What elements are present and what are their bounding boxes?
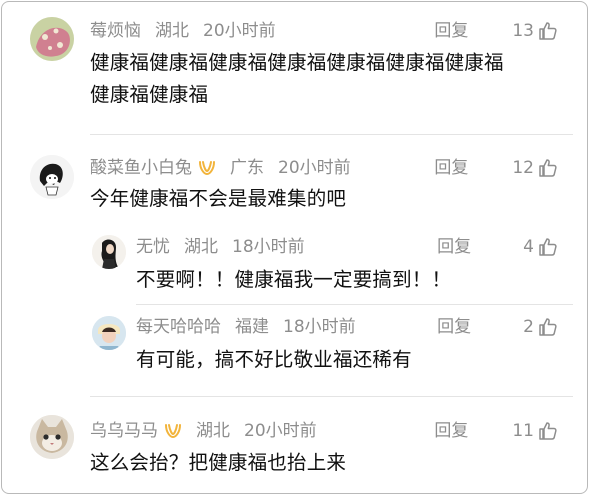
reply-text: 不要啊！！健康福我一定要搞到！！ xyxy=(136,268,452,291)
avatar[interactable] xyxy=(30,17,74,61)
comment-meta: 酸菜鱼小白兔 广东 20小时前 xyxy=(90,157,351,179)
timestamp: 20小时前 xyxy=(278,158,351,178)
reply-button[interactable]: 回复 xyxy=(434,420,468,442)
thumbs-up-icon xyxy=(539,238,557,256)
timestamp: 18小时前 xyxy=(232,237,305,257)
comment-meta: 乌乌马马 湖北 20小时前 xyxy=(90,420,317,442)
comment-text-line: 这么会抬？把健康福也抬上来 xyxy=(90,451,347,474)
reply-button[interactable]: 回复 xyxy=(434,20,468,42)
thumbs-up-icon xyxy=(539,22,557,40)
reply-actions: 回复 2 xyxy=(437,316,558,338)
reply-text: 有可能，搞不好比敬业福还稀有 xyxy=(136,348,412,371)
divider xyxy=(136,304,573,305)
like-button[interactable]: 12 xyxy=(512,157,558,179)
location: 湖北 xyxy=(196,421,230,441)
username[interactable]: 莓烦恼 xyxy=(90,20,141,42)
timestamp: 20小时前 xyxy=(203,21,276,41)
avatar[interactable] xyxy=(92,316,126,350)
divider xyxy=(90,396,573,397)
avatar[interactable] xyxy=(92,235,126,269)
comment-meta: 莓烦恼 湖北 20小时前 xyxy=(90,20,276,42)
location: 湖北 xyxy=(155,21,189,41)
vip-badge-icon xyxy=(199,161,215,176)
svg-text:♪: ♪ xyxy=(59,169,62,175)
like-count: 13 xyxy=(512,21,534,41)
reply-meta: 每天哈哈哈 福建 18小时前 xyxy=(136,316,356,338)
thumbs-up-icon xyxy=(539,318,557,336)
comment-text-line: 健康福健康福健康福健康福健康福健康福健康福 xyxy=(90,51,504,74)
username[interactable]: 每天哈哈哈 xyxy=(136,316,221,338)
reply-button[interactable]: 回复 xyxy=(437,236,471,258)
timestamp: 20小时前 xyxy=(244,421,317,441)
thumbs-up-icon xyxy=(539,422,557,440)
location: 广东 xyxy=(230,158,264,178)
reply-button[interactable]: 回复 xyxy=(437,316,471,338)
timestamp: 18小时前 xyxy=(283,317,356,337)
comment-text-line: 健康福健康福 xyxy=(90,83,209,106)
comment-text-line: 今年健康福不会是最难集的吧 xyxy=(90,187,347,210)
thumbs-up-icon xyxy=(539,159,557,177)
comment-actions: 回复 11 xyxy=(434,420,558,442)
location: 湖北 xyxy=(184,237,218,257)
comment-text: 健康福健康福健康福健康福健康福健康福健康福 健康福健康福 xyxy=(90,47,504,111)
avatar[interactable] xyxy=(30,415,74,459)
vip-badge-icon xyxy=(165,424,181,439)
like-button[interactable]: 4 xyxy=(523,236,558,258)
username[interactable]: 无忧 xyxy=(136,236,170,258)
comment-text: 这么会抬？把健康福也抬上来 xyxy=(90,447,346,479)
like-count: 4 xyxy=(523,237,534,257)
like-count: 12 xyxy=(512,158,534,178)
location: 福建 xyxy=(235,317,269,337)
like-count: 2 xyxy=(523,317,534,337)
divider xyxy=(90,134,573,135)
username[interactable]: 酸菜鱼小白兔 xyxy=(90,157,192,179)
comment-text: 今年健康福不会是最难集的吧 xyxy=(90,183,346,215)
reply-actions: 回复 4 xyxy=(437,236,558,258)
reply-button[interactable]: 回复 xyxy=(434,157,468,179)
like-count: 11 xyxy=(512,421,534,441)
reply-meta: 无忧 湖北 18小时前 xyxy=(136,236,305,258)
like-button[interactable]: 2 xyxy=(523,316,558,338)
avatar[interactable]: ♪ xyxy=(30,155,74,199)
comment-actions: 回复 12 xyxy=(434,157,558,179)
username[interactable]: 乌乌马马 xyxy=(90,420,158,442)
like-button[interactable]: 13 xyxy=(512,20,558,42)
like-button[interactable]: 11 xyxy=(512,420,558,442)
comment-actions: 回复 13 xyxy=(434,20,558,42)
